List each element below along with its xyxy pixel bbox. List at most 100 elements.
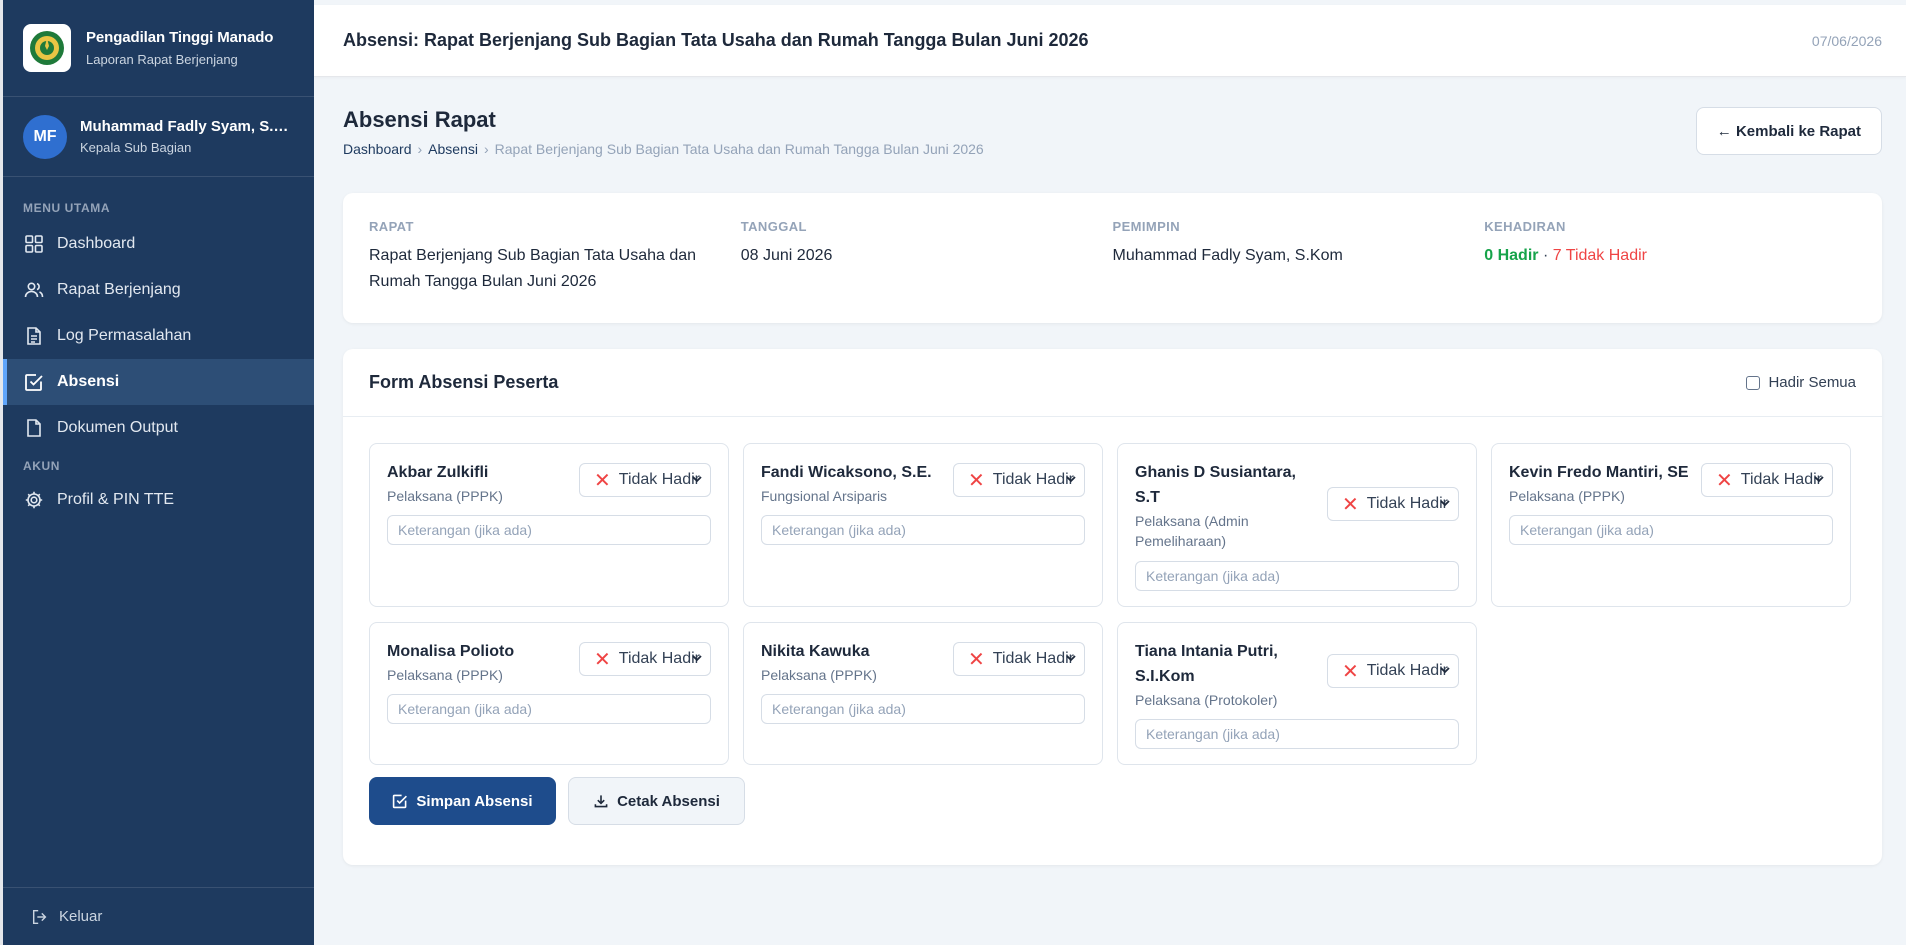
page-title: Absensi Rapat <box>343 107 496 132</box>
sidebar-item-label: Dokumen Output <box>57 419 178 436</box>
sidebar-item-profil-pin[interactable]: Profil & PIN TTE <box>3 477 314 523</box>
topbar: Absensi: Rapat Berjenjang Sub Bagian Tat… <box>314 5 1906 77</box>
pemimpin-label: PEMIMPIN <box>1112 219 1180 234</box>
save-attendance-label: Simpan Absensi <box>416 792 533 810</box>
attendance-status-select[interactable]: ✕ Tidak Hadir <box>579 642 711 676</box>
status-label: Tidak Hadir <box>992 650 1074 667</box>
users-icon <box>23 279 45 301</box>
note-input[interactable] <box>1135 719 1459 749</box>
breadcrumb: Dashboard › Absensi › Rapat Berjenjang Sub B… <box>343 141 984 157</box>
note-input[interactable] <box>1509 515 1833 545</box>
breadcrumb-absensi[interactable]: Absensi <box>428 141 478 157</box>
meeting-info-card: RAPAT Rapat Berjenjang Sub Bagian Tata U… <box>343 193 1882 323</box>
sidebar-item-dashboard[interactable]: Dashboard <box>3 221 314 267</box>
participant-role: Pelaksana (Protokoler) <box>1135 692 1278 708</box>
gear-icon <box>23 489 45 511</box>
participant-card: Nikita Kawuka Pelaksana (PPPK) ✕ Tidak Ha… <box>743 622 1103 765</box>
absent-count: 7 Tidak Hadir <box>1552 247 1647 264</box>
court-logo-icon <box>23 24 71 72</box>
status-label: Tidak Hadir <box>1740 471 1822 488</box>
main-content: Absensi Rapat Dashboard › Absensi › Rapat Be… <box>343 77 1882 865</box>
sidebar-item-label: Absensi <box>57 373 120 390</box>
tanggal-value: 08 Juni 2026 <box>740 247 833 264</box>
status-label: Tidak Hadir <box>992 471 1074 488</box>
participant-card: Ghanis D Susiantara, S.T Pelaksana (Admi… <box>1117 443 1477 607</box>
print-attendance-label: Cetak Absensi <box>617 792 720 810</box>
participant-card: Akbar Zulkifli Pelaksana (PPPK) ✕ Tidak H… <box>369 443 729 607</box>
participant-card: Kevin Fredo Mantiri, SE Pelaksana (PPPK)… <box>1491 443 1851 607</box>
chevron-down-icon <box>690 472 704 491</box>
status-label: Tidak Hadir <box>1366 662 1448 679</box>
breadcrumb-separator-icon: › <box>417 141 423 157</box>
cross-icon: ✕ <box>1716 469 1733 492</box>
rapat-label: RAPAT <box>369 219 414 234</box>
user-name: Muhammad Fadly Syam, S.Kom <box>80 118 290 135</box>
attendance-status-select[interactable]: ✕ Tidak Hadir <box>579 463 711 497</box>
chevron-down-icon <box>1812 472 1826 491</box>
back-to-meeting-button[interactable]: ← Kembali ke Rapat <box>1695 107 1882 155</box>
check-all-checkbox[interactable] <box>1746 375 1761 390</box>
cross-icon: ✕ <box>968 469 985 492</box>
attendance-status-select[interactable]: ✕ Tidak Hadir <box>1327 654 1459 688</box>
pemimpin-value: Muhammad Fadly Syam, S.Kom <box>1112 247 1343 264</box>
participant-card: Monalisa Polioto Pelaksana (PPPK) ✕ Tidak… <box>369 622 729 765</box>
breadcrumb-separator-icon: › <box>483 141 489 157</box>
participant-grid: Akbar Zulkifli Pelaksana (PPPK) ✕ Tidak H… <box>343 417 1882 777</box>
attendance-status-select[interactable]: ✕ Tidak Hadir <box>953 642 1085 676</box>
note-input[interactable] <box>387 515 711 545</box>
cross-icon: ✕ <box>1342 493 1359 516</box>
breadcrumb-dashboard[interactable]: Dashboard <box>343 141 412 157</box>
cross-icon: ✕ <box>594 469 611 492</box>
attendance-status-select[interactable]: ✕ Tidak Hadir <box>1701 463 1833 497</box>
download-icon <box>593 793 609 809</box>
participant-card: Fandi Wicaksono, S.E. Fungsional Arsipar… <box>743 443 1103 607</box>
chevron-down-icon <box>1064 651 1078 670</box>
cross-icon: ✕ <box>594 648 611 671</box>
sidebar-item-label: Dashboard <box>57 235 136 252</box>
document-icon <box>23 325 45 347</box>
cross-icon: ✕ <box>968 648 985 671</box>
participant-role: Pelaksana (Admin Pemeliharaan) <box>1135 513 1249 549</box>
kehadiran-label: KEHADIRAN <box>1484 219 1566 234</box>
attendance-status-select[interactable]: ✕ Tidak Hadir <box>1327 487 1459 521</box>
note-input[interactable] <box>761 694 1085 724</box>
sidebar-item-dokumen-output[interactable]: Dokumen Output <box>3 405 314 451</box>
present-count: 0 Hadir <box>1484 247 1539 264</box>
note-input[interactable] <box>387 694 711 724</box>
attendance-form-card: Form Absensi Peserta Hadir Semua Akbar Z… <box>343 349 1882 865</box>
note-input[interactable] <box>1135 561 1459 591</box>
sidebar-item-rapat-berjenjang[interactable]: Rapat Berjenjang <box>3 267 314 313</box>
menu-section-label: MENU UTAMA <box>23 201 111 215</box>
sidebar: Pengadilan Tinggi Manado Laporan Rapat B… <box>0 0 314 945</box>
note-input[interactable] <box>761 515 1085 545</box>
tanggal-label: TANGGAL <box>740 219 807 234</box>
file-icon <box>23 417 45 439</box>
sidebar-item-log-permasalahan[interactable]: Log Permasalahan <box>3 313 314 359</box>
checkbox-icon <box>392 793 408 809</box>
sidebar-item-label: Profil & PIN TTE <box>57 491 175 508</box>
logout-label: Keluar <box>59 908 103 925</box>
attendance-status-select[interactable]: ✕ Tidak Hadir <box>953 463 1085 497</box>
account-section-label: AKUN <box>23 459 61 473</box>
check-all-toggle[interactable]: Hadir Semua <box>1746 374 1856 391</box>
checkbox-icon <box>23 371 45 393</box>
status-label: Tidak Hadir <box>618 471 700 488</box>
chevron-down-icon <box>1438 663 1452 682</box>
logout-button[interactable]: Keluar <box>3 887 314 945</box>
status-label: Tidak Hadir <box>618 650 700 667</box>
print-attendance-button[interactable]: Cetak Absensi <box>568 777 745 825</box>
brand-title: Pengadilan Tinggi Manado <box>86 29 274 46</box>
participant-name: Tiana Intania Putri, S.I.Kom <box>1135 643 1278 685</box>
participant-card: Tiana Intania Putri, S.I.Kom Pelaksana (… <box>1117 622 1477 765</box>
logout-icon <box>31 908 49 926</box>
sidebar-item-absensi[interactable]: Absensi <box>3 359 314 405</box>
save-attendance-button[interactable]: Simpan Absensi <box>369 777 556 825</box>
user-profile: MF Muhammad Fadly Syam, S.Kom Kepala Sub… <box>3 97 314 177</box>
form-title: Form Absensi Peserta <box>369 372 559 392</box>
cross-icon: ✕ <box>1342 660 1359 683</box>
participant-name: Ghanis D Susiantara, S.T <box>1135 464 1296 506</box>
rapat-value: Rapat Berjenjang Sub Bagian Tata Usaha d… <box>369 247 697 290</box>
topbar-date: 07/06/2026 <box>1811 32 1882 49</box>
count-separator: · <box>1538 247 1553 264</box>
avatar: MF <box>23 114 67 159</box>
